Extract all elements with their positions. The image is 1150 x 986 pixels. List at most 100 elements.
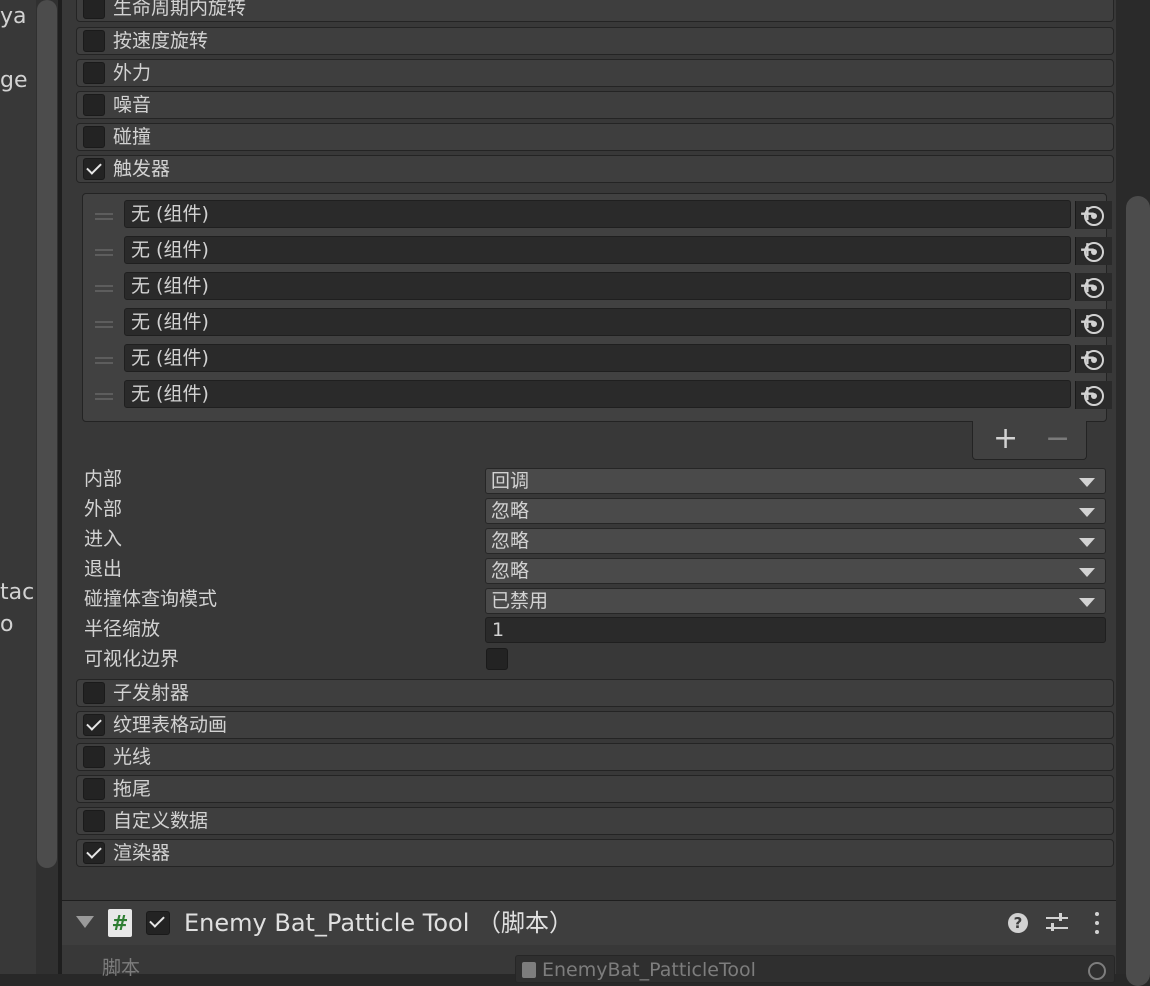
module-label: 拖尾 [113,778,152,800]
enter-label: 进入 [84,528,123,550]
module-label: 按速度旋转 [113,30,209,52]
presets-icon[interactable] [1046,913,1068,933]
dropdown-arrow-icon [1079,478,1095,487]
module-checkbox[interactable] [83,30,105,52]
module-header-renderer[interactable]: 渲染器 [76,839,1114,867]
left-panel-strip [0,0,36,974]
visualize-bounds-checkbox[interactable] [486,648,508,670]
module-label: 子发射器 [113,682,190,704]
visualize-bounds-label: 可视化边界 [84,648,180,670]
module-checkbox[interactable] [83,746,105,768]
collider-object-field[interactable]: 无 (组件) [124,308,1112,337]
list-item: 无 (组件) + [83,308,1112,337]
module-header-external-forces[interactable]: 外力 [76,59,1114,87]
module-checkbox[interactable] [83,126,105,148]
script-label: 脚本 [102,957,141,979]
module-header-sub-emitters[interactable]: 子发射器 [76,679,1114,707]
collider-value: 无 (组件) [131,275,209,297]
collider-query-mode-dropdown[interactable]: 已禁用 [485,588,1106,614]
object-picker-icon [1088,962,1106,980]
dropdown-value: 已禁用 [491,590,549,612]
component-enabled-checkbox[interactable] [146,911,170,935]
module-label: 渲染器 [113,842,171,864]
inside-dropdown[interactable]: 回调 [485,468,1106,494]
dropdown-value: 回调 [491,470,530,492]
list-item: 无 (组件) + [83,272,1112,301]
module-checkbox[interactable] [83,810,105,832]
module-label: 碰撞 [113,126,152,148]
outside-dropdown[interactable]: 忽略 [485,498,1106,524]
module-checkbox[interactable] [83,778,105,800]
add-collider-plus-icon[interactable]: + [1079,345,1096,369]
script-value: EnemyBat_PatticleTool [542,959,756,981]
drag-handle-icon[interactable] [95,213,113,220]
add-collider-plus-icon[interactable]: + [1079,201,1096,225]
add-collider-plus-icon[interactable]: + [1079,309,1096,333]
module-checkbox[interactable] [83,682,105,704]
list-item: 无 (组件) + [83,236,1112,265]
dropdown-value: 忽略 [491,530,530,552]
dropdown-arrow-icon [1079,508,1095,517]
module-header-rotation-over-lifetime[interactable]: 生命周期内旋转 [76,0,1114,22]
add-collider-plus-icon[interactable]: + [1079,273,1096,297]
collider-value: 无 (组件) [131,311,209,333]
radius-scale-value: 1 [492,619,505,641]
collider-object-field[interactable]: 无 (组件) [124,200,1112,229]
module-checkbox[interactable] [83,94,105,116]
radius-scale-input[interactable]: 1 [485,617,1106,643]
add-collider-plus-icon[interactable]: + [1079,381,1096,405]
list-item: 无 (组件) + [83,200,1112,229]
dropdown-arrow-icon [1079,598,1095,607]
module-header-trigger[interactable]: 触发器 [76,155,1114,183]
fold-arrow-icon[interactable] [76,916,94,928]
remove-element-button[interactable]: − [1045,423,1070,455]
collider-value: 无 (组件) [131,347,209,369]
component-header[interactable]: # Enemy Bat_Patticle Tool （脚本） ? [62,901,1116,945]
collider-object-field[interactable]: 无 (组件) [124,236,1112,265]
left-panel-text: ge [0,68,28,93]
collider-object-field[interactable]: 无 (组件) [124,380,1112,409]
module-label: 触发器 [113,158,171,180]
module-checkbox[interactable] [83,714,105,736]
dropdown-arrow-icon [1079,568,1095,577]
drag-handle-icon[interactable] [95,357,113,364]
drag-handle-icon[interactable] [95,285,113,292]
module-header-rotation-by-speed[interactable]: 按速度旋转 [76,27,1114,55]
add-collider-plus-icon[interactable]: + [1079,237,1096,261]
exit-label: 退出 [84,558,123,580]
collider-value: 无 (组件) [131,203,209,225]
left-scrollbar-thumb[interactable] [37,0,57,868]
exit-dropdown[interactable]: 忽略 [485,558,1106,584]
left-panel-text: ya [0,4,27,29]
collider-value: 无 (组件) [131,383,209,405]
right-scrollbar-thumb[interactable] [1126,196,1150,986]
module-header-lights[interactable]: 光线 [76,743,1114,771]
module-label: 外力 [113,62,152,84]
dropdown-value: 忽略 [491,560,530,582]
radius-scale-label: 半径缩放 [84,618,161,640]
drag-handle-icon[interactable] [95,393,113,400]
list-item: 无 (组件) + [83,344,1112,373]
module-label: 自定义数据 [113,810,209,832]
collider-list: 无 (组件) + 无 (组件) + 无 (组件) + 无 (组件) + 无 (组… [82,193,1112,422]
kebab-menu-icon[interactable] [1094,912,1100,934]
module-checkbox[interactable] [83,62,105,84]
drag-handle-icon[interactable] [95,321,113,328]
module-header-texture-sheet-animation[interactable]: 纹理表格动画 [76,711,1114,739]
module-checkbox[interactable] [83,158,105,180]
module-header-collision[interactable]: 碰撞 [76,123,1114,151]
collider-object-field[interactable]: 无 (组件) [124,272,1112,301]
module-header-noise[interactable]: 噪音 [76,91,1114,119]
collider-object-field[interactable]: 无 (组件) [124,344,1112,373]
module-header-trails[interactable]: 拖尾 [76,775,1114,803]
module-checkbox[interactable] [83,0,105,19]
component-title: Enemy Bat_Patticle Tool （脚本） [184,909,574,937]
script-file-icon [522,962,536,978]
add-element-button[interactable]: + [993,423,1018,455]
drag-handle-icon[interactable] [95,249,113,256]
module-checkbox[interactable] [83,842,105,864]
help-icon[interactable]: ? [1008,913,1028,933]
collider-value: 无 (组件) [131,239,209,261]
enter-dropdown[interactable]: 忽略 [485,528,1106,554]
module-header-custom-data[interactable]: 自定义数据 [76,807,1114,835]
